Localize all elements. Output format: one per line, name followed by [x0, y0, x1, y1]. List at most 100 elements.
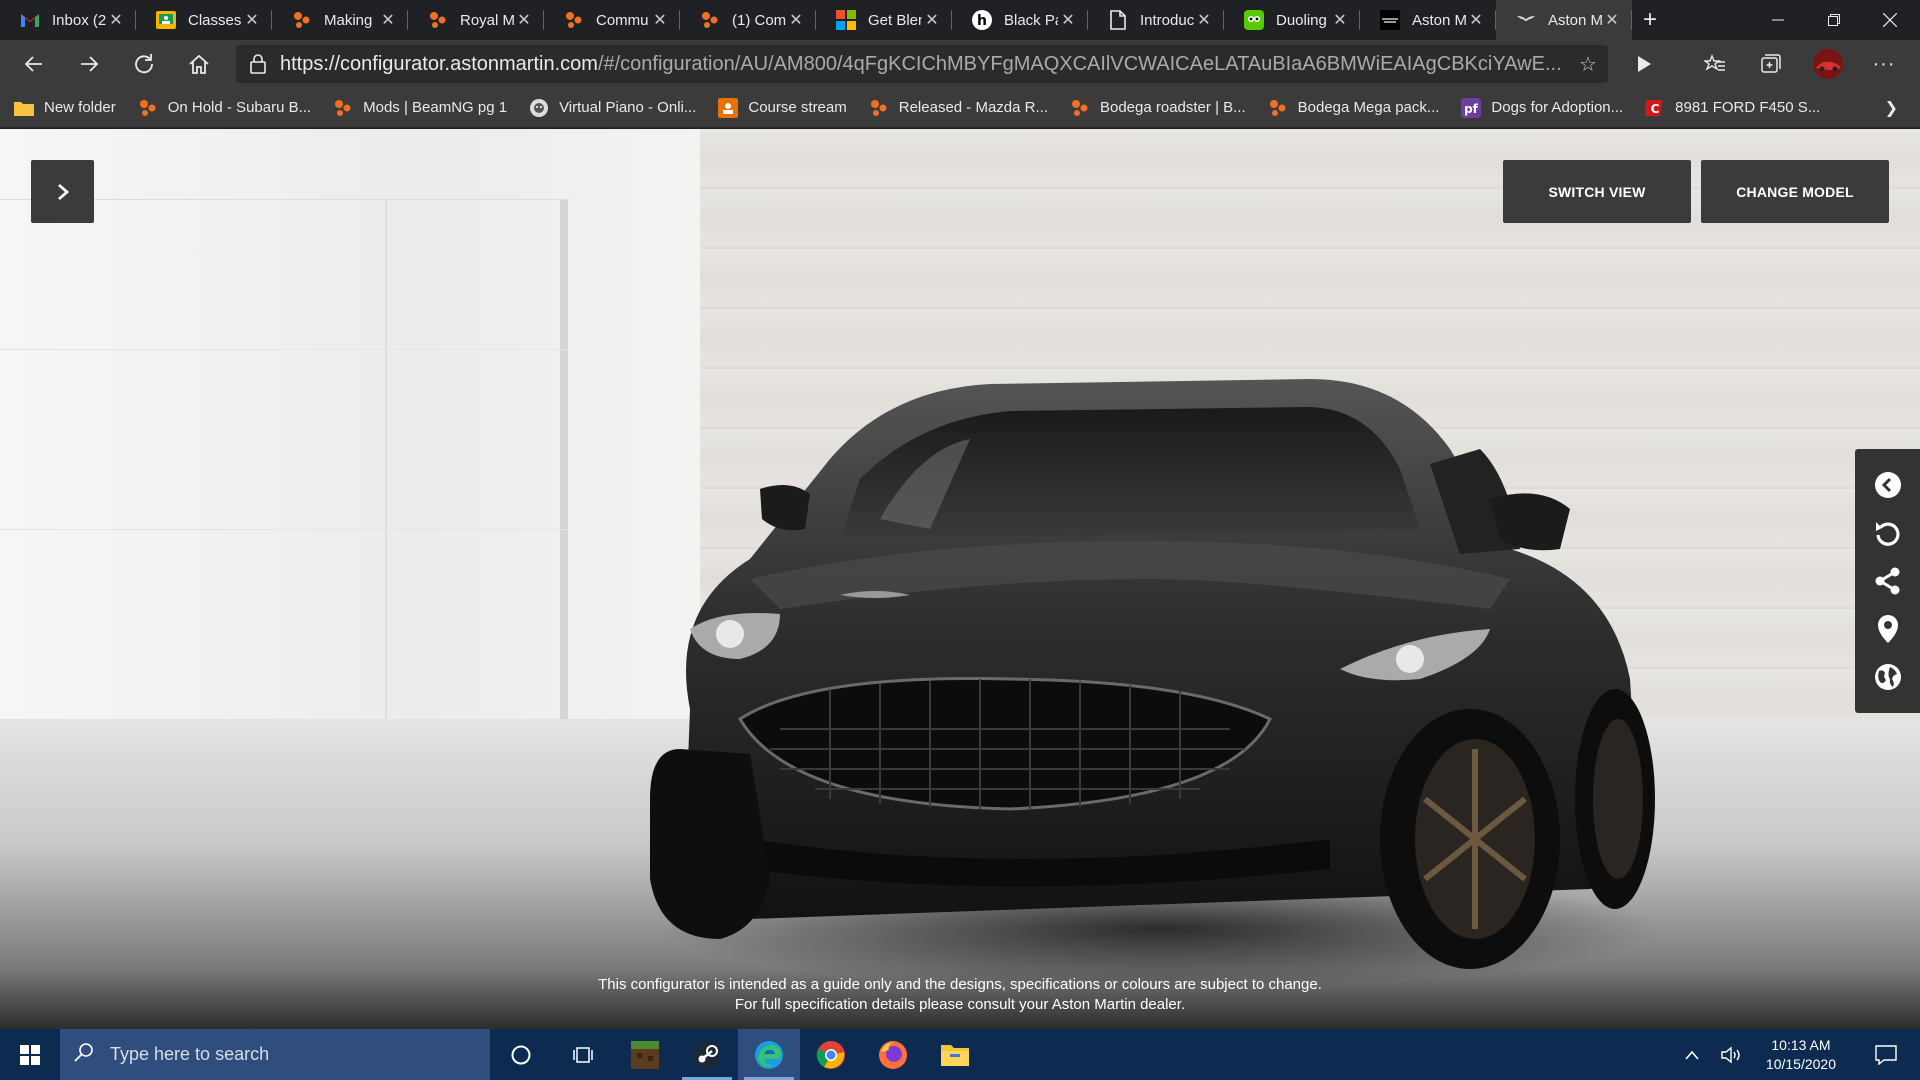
new-tab-button[interactable]: + — [1632, 0, 1668, 40]
chevron-right-icon — [57, 183, 69, 200]
tab-close-icon[interactable]: ✕ — [650, 10, 670, 30]
tab-get-blender[interactable]: Get Blen ✕ — [816, 0, 952, 40]
tab-close-icon[interactable]: ✕ — [242, 10, 262, 30]
share-button[interactable] — [1870, 563, 1906, 599]
address-bar[interactable]: https://configurator.astonmartin.com/#/c… — [236, 45, 1608, 83]
speaker-icon — [1721, 1046, 1740, 1063]
taskbar-search-input[interactable]: Type here to search — [60, 1029, 490, 1080]
bookmark-dogs-for-adoption[interactable]: pf Dogs for Adoption... — [1461, 97, 1623, 118]
tab-beamng-making[interactable]: Making ✕ — [272, 0, 408, 40]
bookmark-new-folder[interactable]: New folder — [14, 98, 116, 118]
bookmark-ford-f450[interactable]: C 8981 FORD F450 S... — [1645, 98, 1820, 118]
restore-icon — [1828, 14, 1840, 26]
start-button[interactable] — [0, 1029, 60, 1080]
bookmark-on-hold-subaru[interactable]: On Hold - Subaru B... — [138, 98, 311, 118]
taskbar-clock[interactable]: 10:13 AM 10/15/2020 — [1766, 1036, 1836, 1074]
taskbar-firefox[interactable] — [862, 1029, 924, 1080]
folder-icon — [14, 98, 34, 118]
tab-classroom[interactable]: Classes ✕ — [136, 0, 272, 40]
bookmark-bodega-roadster[interactable]: Bodega roadster | B... — [1070, 98, 1246, 118]
tab-duolingo[interactable]: Duoling ✕ — [1224, 0, 1360, 40]
configurator-viewport[interactable]: SWITCH VIEW CHANGE MODEL This configurat… — [0, 129, 1920, 1029]
bookmark-mods-beamng[interactable]: Mods | BeamNG pg 1 — [333, 98, 507, 118]
location-pin-icon — [1877, 615, 1898, 643]
action-center-button[interactable] — [1866, 1044, 1906, 1065]
change-model-button[interactable]: CHANGE MODEL — [1701, 160, 1889, 223]
collapse-toolbar-button[interactable] — [1870, 467, 1906, 503]
taskbar-chrome[interactable] — [800, 1029, 862, 1080]
switch-view-button[interactable]: SWITCH VIEW — [1503, 160, 1691, 223]
lock-icon[interactable] — [236, 54, 280, 74]
tab-label: Classes — [188, 11, 242, 29]
home-button[interactable] — [181, 46, 217, 82]
taskbar-file-explorer[interactable] — [924, 1029, 986, 1080]
favorite-star-icon[interactable]: ☆ — [1568, 52, 1608, 77]
aston-martin-icon — [1380, 10, 1400, 30]
collections-button[interactable] — [1752, 46, 1788, 82]
document-icon — [1108, 10, 1128, 30]
beamng-icon — [700, 10, 720, 30]
refresh-icon — [135, 54, 153, 74]
show-hidden-icons-button[interactable] — [1672, 1050, 1712, 1060]
cortana-button[interactable] — [490, 1029, 552, 1080]
url-text[interactable]: https://configurator.astonmartin.com/#/c… — [280, 53, 1568, 76]
globe-icon — [1874, 664, 1901, 690]
tab-beamng-com[interactable]: (1) Com ✕ — [680, 0, 816, 40]
minecraft-icon — [631, 1040, 659, 1069]
minimize-button[interactable] — [1750, 0, 1806, 40]
tab-black-pa[interactable]: h Black Pa ✕ — [952, 0, 1088, 40]
firefox-icon — [879, 1040, 907, 1069]
tab-close-icon[interactable]: ✕ — [1330, 10, 1350, 30]
system-tray: 10:13 AM 10/15/2020 — [1672, 1029, 1920, 1080]
reset-configuration-button[interactable] — [1870, 515, 1906, 551]
taskbar-minecraft[interactable] — [614, 1029, 676, 1080]
beamng-icon — [1268, 98, 1288, 118]
taskbar-edge[interactable] — [738, 1029, 800, 1080]
forward-button[interactable] — [71, 46, 107, 82]
tab-label: Duoling — [1276, 11, 1327, 29]
profile-button[interactable] — [1810, 46, 1846, 82]
task-view-button[interactable] — [552, 1029, 614, 1080]
h-letter-icon: h — [972, 10, 992, 30]
beamng-icon — [428, 10, 448, 30]
chevron-right-icon[interactable]: ❯ — [1885, 98, 1898, 118]
tab-close-icon[interactable]: ✕ — [786, 10, 806, 30]
tab-close-icon[interactable]: ✕ — [514, 10, 534, 30]
tab-beamng-commu[interactable]: Commu ✕ — [544, 0, 680, 40]
bookmark-virtual-piano[interactable]: Virtual Piano - Onli... — [529, 98, 696, 118]
reload-button[interactable] — [126, 46, 162, 82]
tab-label: Aston M — [1412, 11, 1466, 29]
tab-close-icon[interactable]: ✕ — [1058, 10, 1078, 30]
tab-close-icon[interactable]: ✕ — [1466, 10, 1486, 30]
microsoft-store-icon — [836, 10, 856, 30]
tab-gmail[interactable]: Inbox (2 ✕ — [0, 0, 136, 40]
url-host: https://configurator.astonmartin.com — [280, 52, 598, 75]
tab-close-icon[interactable]: ✕ — [1194, 10, 1214, 30]
disclaimer-line-2: For full specification details please co… — [734, 996, 1186, 1013]
car-render-image[interactable] — [630, 279, 1690, 999]
settings-menu-button[interactable]: ··· — [1866, 46, 1902, 82]
tab-aston-martin-configurator[interactable]: Aston M ✕ — [1496, 0, 1632, 40]
tab-close-icon[interactable]: ✕ — [1602, 10, 1622, 30]
region-select-button[interactable] — [1870, 659, 1906, 695]
volume-button[interactable] — [1712, 1046, 1752, 1064]
tab-close-icon[interactable]: ✕ — [378, 10, 398, 30]
tab-close-icon[interactable]: ✕ — [106, 10, 126, 30]
tab-close-icon[interactable]: ✕ — [922, 10, 942, 30]
expand-panel-button[interactable] — [31, 160, 94, 223]
home-icon — [189, 54, 209, 74]
restore-button[interactable] — [1806, 0, 1862, 40]
bookmark-course-stream[interactable]: Course stream — [718, 97, 847, 118]
chevron-up-icon — [1685, 1050, 1699, 1060]
tab-introduc[interactable]: Introduc ✕ — [1088, 0, 1224, 40]
close-window-button[interactable] — [1862, 0, 1918, 40]
bookmark-released-mazda[interactable]: Released - Mazda R... — [869, 98, 1048, 118]
bookmark-bodega-mega-pack[interactable]: Bodega Mega pack... — [1268, 98, 1439, 118]
back-button[interactable] — [16, 46, 52, 82]
tab-aston-martin-1[interactable]: Aston M ✕ — [1360, 0, 1496, 40]
tab-beamng-royal[interactable]: Royal M ✕ — [408, 0, 544, 40]
extension-button[interactable] — [1626, 46, 1662, 82]
taskbar-steam[interactable] — [676, 1029, 738, 1080]
favorites-button[interactable] — [1697, 46, 1733, 82]
find-dealer-button[interactable] — [1870, 611, 1906, 647]
